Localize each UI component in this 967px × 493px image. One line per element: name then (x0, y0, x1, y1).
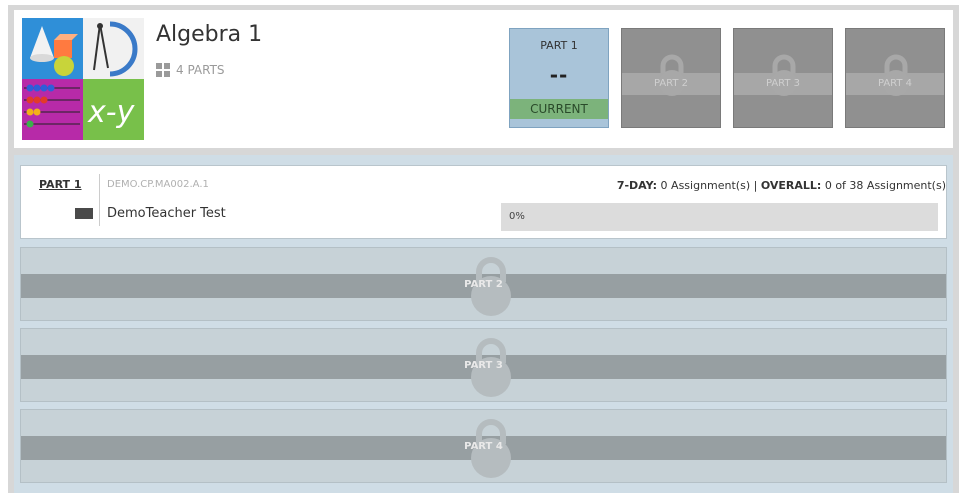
part-4-row[interactable]: PART 4 (20, 409, 947, 483)
lock-icon (883, 54, 909, 96)
part-1-link[interactable]: PART 1 (39, 178, 82, 191)
progress-bar: 0% (501, 203, 938, 231)
seven-day-value: 0 Assignment(s) (660, 179, 751, 192)
course-image: x-y (22, 18, 144, 140)
lock-icon (659, 54, 685, 96)
part-2-row-label: PART 2 (464, 279, 503, 290)
teacher-color-swatch (75, 208, 93, 219)
overall-label: OVERALL: (760, 179, 822, 192)
part-1-tile[interactable]: PART 1 -- CURRENT (509, 28, 609, 128)
part-4-row-label: PART 4 (464, 441, 503, 452)
parts-list: PART 1 DEMO.CP.MA002.A.1 DemoTeacher Tes… (14, 155, 953, 493)
part-1-tile-label: PART 1 (540, 39, 578, 52)
part-4-tile-label: PART 4 (877, 78, 913, 89)
course-frame: x-y Algebra 1 4 PARTS PART 1 -- CURRENT … (8, 5, 959, 493)
part-3-tile[interactable]: PART 3 (733, 28, 833, 128)
assignment-stats: 7-DAY: 0 Assignment(s) | OVERALL: 0 of 3… (617, 179, 946, 192)
part-4-tile[interactable]: PART 4 (845, 28, 945, 128)
part-1-tile-grade: -- (549, 63, 569, 87)
part-1-row: PART 1 DEMO.CP.MA002.A.1 DemoTeacher Tes… (20, 165, 947, 239)
grid-icon (156, 63, 170, 77)
overall-value: 0 of 38 Assignment(s) (824, 179, 946, 192)
parts-count-label: 4 PARTS (176, 63, 225, 77)
course-title: Algebra 1 (156, 22, 263, 47)
current-status-badge: CURRENT (510, 99, 608, 119)
part-3-row[interactable]: PART 3 (20, 328, 947, 402)
part-2-tile[interactable]: PART 2 (621, 28, 721, 128)
part-3-row-label: PART 3 (464, 360, 503, 371)
course-image-text: x-y (87, 95, 136, 130)
part-2-row[interactable]: PART 2 (20, 247, 947, 321)
course-header: x-y Algebra 1 4 PARTS PART 1 -- CURRENT … (14, 10, 953, 148)
seven-day-label: 7-DAY: (616, 179, 658, 192)
lock-icon (771, 54, 797, 96)
part-3-tile-label: PART 3 (765, 78, 801, 89)
part-2-tile-label: PART 2 (653, 78, 689, 89)
progress-percent: 0% (509, 211, 525, 222)
teacher-name: DemoTeacher Test (107, 206, 226, 221)
stats-separator: | (753, 179, 758, 192)
parts-count: 4 PARTS (156, 63, 225, 77)
part-1-code: DEMO.CP.MA002.A.1 (107, 179, 209, 190)
divider (99, 174, 100, 226)
